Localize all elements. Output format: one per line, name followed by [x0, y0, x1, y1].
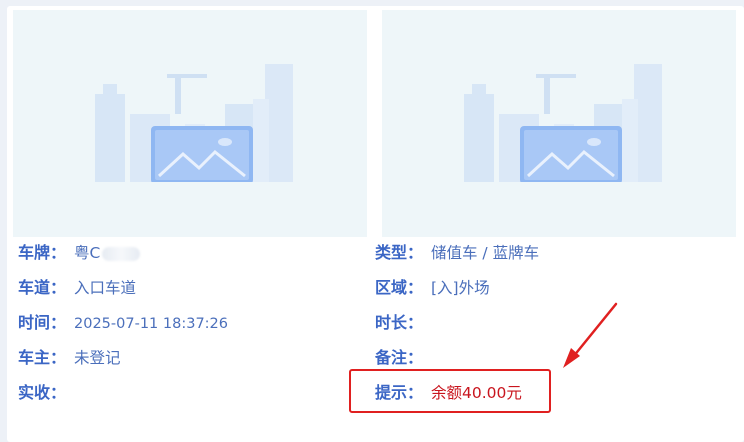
zone-value: [入]外场: [431, 279, 490, 297]
lane-value: 入口车道: [74, 279, 137, 297]
time-value: 2025-07-11 18:37:26: [74, 316, 228, 332]
time-label: 时间：: [18, 313, 67, 332]
image-placeholder-icon: [444, 63, 674, 204]
note-label: 备注：: [375, 348, 424, 367]
zone-label: 区域：: [375, 278, 424, 297]
note-row: 备注：: [375, 346, 431, 370]
annotation-highlight-box: [349, 369, 551, 413]
owner-row: 车主： 未登记: [18, 346, 121, 370]
lane-row: 车道： 入口车道: [18, 276, 136, 300]
plate-redaction: [102, 246, 141, 261]
duration-label: 时长：: [375, 313, 424, 332]
paid-label: 实收：: [18, 383, 67, 402]
entry-photo-right[interactable]: [382, 10, 736, 237]
lane-label: 车道：: [18, 278, 67, 297]
plate-label: 车牌：: [18, 243, 67, 262]
owner-value: 未登记: [74, 349, 121, 367]
type-value: 储值车 / 蓝牌车: [431, 244, 540, 262]
plate-row: 车牌： 粤C: [18, 241, 141, 265]
paid-row: 实收：: [18, 381, 74, 405]
zone-row: 区域： [入]外场: [375, 276, 490, 300]
type-row: 类型： 储值车 / 蓝牌车: [375, 241, 539, 265]
entry-photo-left[interactable]: [13, 10, 367, 237]
time-row: 时间： 2025-07-11 18:37:26: [18, 311, 228, 335]
vehicle-record-card: 车牌： 粤C 车道： 入口车道 时间： 2025-07-11 18:37:26 车主：…: [7, 6, 744, 442]
owner-label: 车主：: [18, 348, 67, 367]
type-label: 类型：: [375, 243, 424, 262]
plate-value: 粤C: [74, 244, 101, 262]
duration-row: 时长：: [375, 311, 431, 335]
image-placeholder-icon: [75, 63, 305, 204]
